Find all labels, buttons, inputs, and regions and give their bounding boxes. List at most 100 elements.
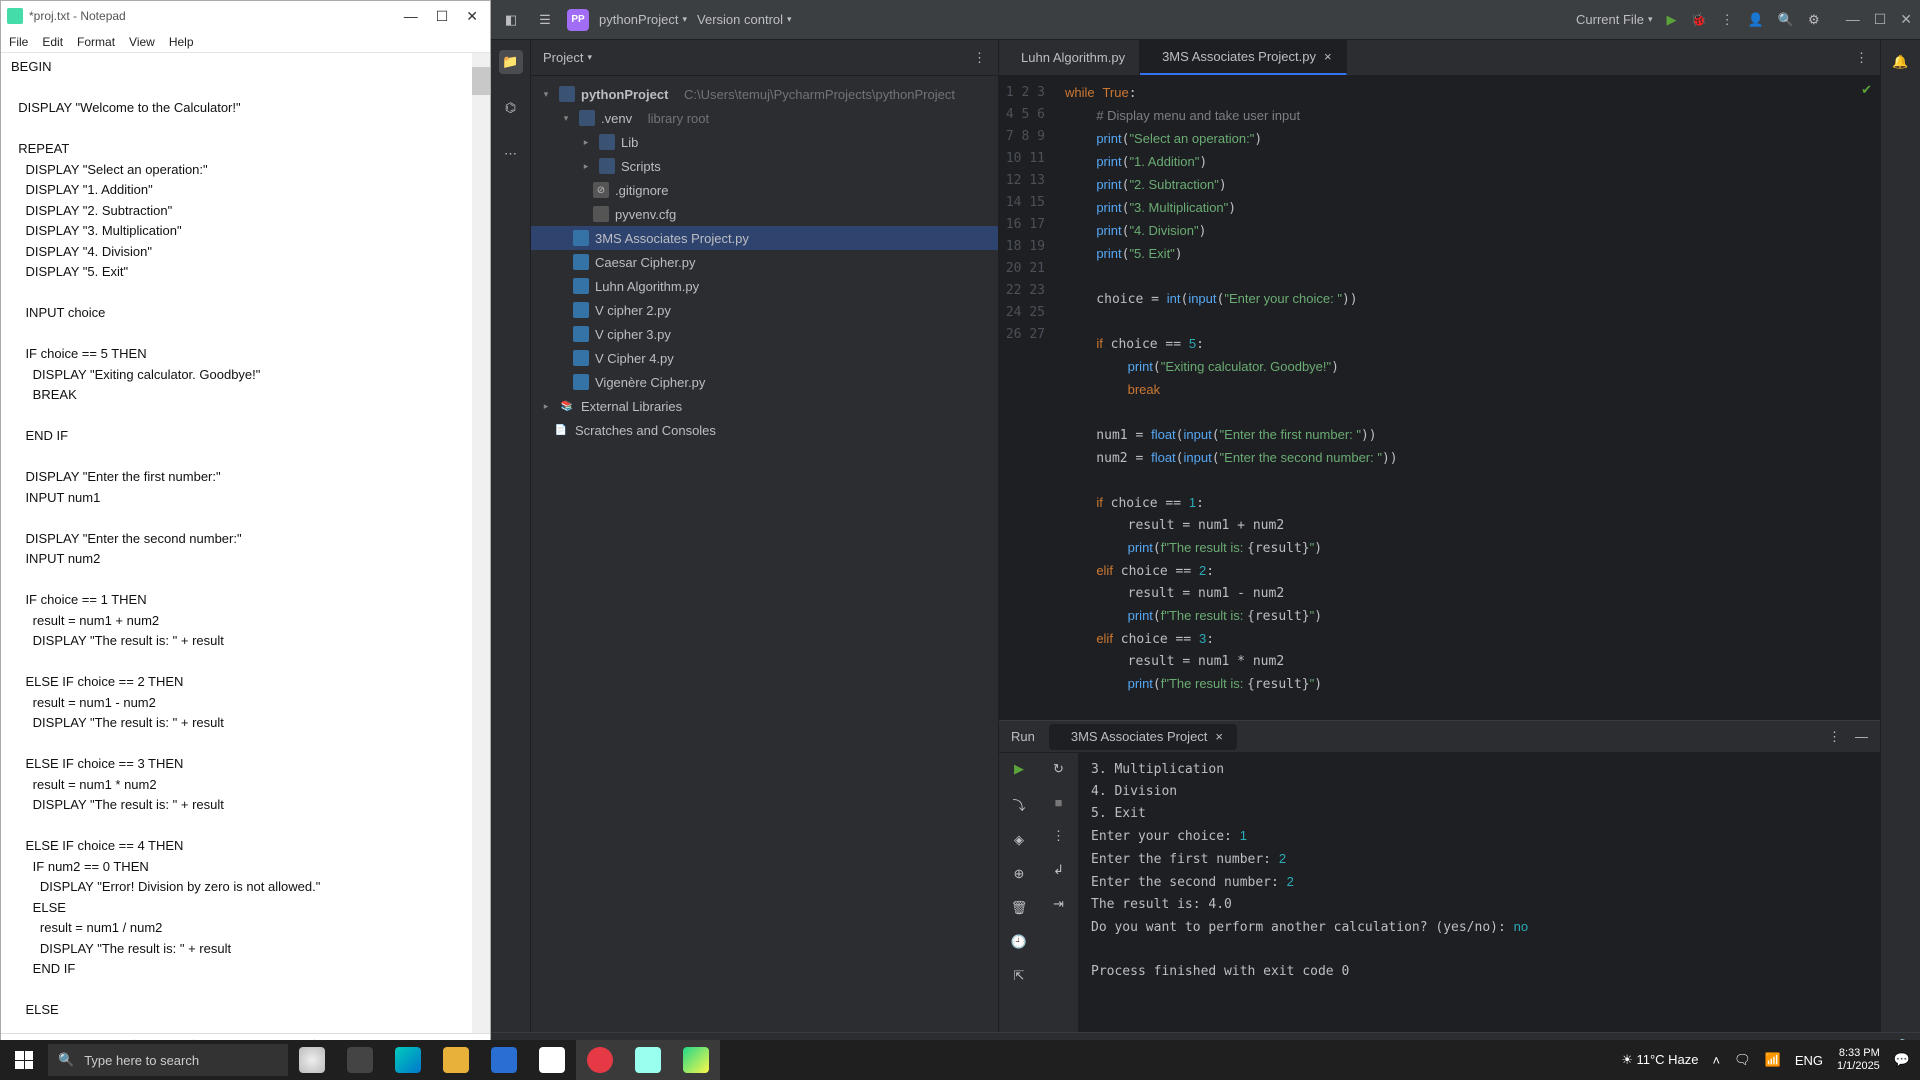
notepad-text[interactable]: BEGIN DISPLAY "Welcome to the Calculator… [1,53,490,1025]
run-button[interactable]: ▶ [1666,12,1676,28]
debug-button[interactable]: 🐞 [1690,12,1706,28]
menu-format[interactable]: Format [77,35,115,49]
run-filter-button[interactable]: ⊕ [1014,866,1025,882]
close-run-tab[interactable]: × [1215,729,1223,744]
pycharm-taskbar-icon[interactable] [672,1040,720,1080]
pycharm-toolbar: ◧ ☰ PP pythonProject▾ Version control▾ C… [491,0,1920,40]
search-icon[interactable]: 🔍 [1778,12,1794,28]
tree-scripts[interactable]: ▸Scripts [531,154,998,178]
project-dropdown[interactable]: pythonProject▾ [599,12,687,27]
notifications-button[interactable]: 🔔 [1889,50,1913,74]
close-tab-icon[interactable]: × [1324,49,1332,64]
start-button[interactable] [0,1040,48,1080]
run-config-dropdown[interactable]: Current File▾ [1576,12,1652,27]
vcs-dropdown[interactable]: Version control▾ [697,12,792,27]
console-output[interactable]: 3. Multiplication 4. Division 5. Exit En… [1079,753,1880,1032]
panel-options[interactable]: ⋮ [973,50,986,66]
tree-file-caesar[interactable]: Caesar Cipher.py [531,250,998,274]
scrollbar[interactable] [472,53,490,1033]
meet-now-icon[interactable]: 🗨 [1734,1052,1751,1068]
close-button[interactable]: ✕ [466,8,478,25]
menu-help[interactable]: Help [169,35,194,49]
run-options[interactable]: ⋮ [1828,729,1841,745]
scroll-end-icon[interactable]: ⇥ [1053,896,1064,912]
language-indicator[interactable]: ENG [1795,1053,1823,1068]
hide-run-panel[interactable]: — [1855,729,1868,744]
search-icon: 🔍 [58,1052,74,1068]
tree-external[interactable]: ▸📚External Libraries [531,394,998,418]
tree-file-luhn[interactable]: Luhn Algorithm.py [531,274,998,298]
run-history-button[interactable]: 🕘 [1011,934,1027,950]
tray-chevron[interactable]: ˄ [1713,1053,1721,1068]
code-editor[interactable]: while True: # Display menu and take user… [1055,76,1880,720]
tree-pyvenv[interactable]: pyvenv.cfg [531,202,998,226]
recorder-icon[interactable] [576,1040,624,1080]
tree-file-v2[interactable]: V cipher 2.py [531,298,998,322]
task-view-icon[interactable] [336,1040,384,1080]
ide-minimize[interactable]: — [1846,11,1860,28]
stop-icon[interactable]: ■ [1055,795,1063,810]
maximize-button[interactable]: ☐ [436,8,449,25]
run-tab[interactable]: 3MS Associates Project× [1049,724,1237,750]
project-panel-title[interactable]: Project▾ [543,50,592,65]
project-panel: Project▾ ⋮ ▾pythonProject C:\Users\temuj… [531,40,999,1032]
tree-venv[interactable]: ▾.venv library root [531,106,998,130]
taskbar-clock[interactable]: 8:33 PM1/1/2025 [1837,1047,1880,1073]
taskbar-search[interactable]: 🔍Type here to search [48,1044,288,1076]
notepad-taskbar-icon[interactable] [624,1040,672,1080]
store-icon[interactable] [528,1040,576,1080]
project-icon: PP [567,9,589,31]
project-tool-button[interactable]: 📁 [499,50,523,74]
app-icon[interactable]: ◧ [499,8,523,32]
explorer-icon[interactable] [432,1040,480,1080]
rerun-icon[interactable]: ↻ [1053,761,1064,777]
notepad-titlebar[interactable]: *proj.txt - Notepad — ☐ ✕ [1,1,490,31]
run-more[interactable]: ⋮ [1052,828,1065,844]
ide-maximize[interactable]: ☐ [1874,11,1887,28]
more-tools-button[interactable]: ⋯ [499,142,523,166]
tree-root[interactable]: ▾pythonProject C:\Users\temuj\PycharmPro… [531,82,998,106]
inspection-ok-icon[interactable]: ✔ [1861,82,1872,98]
mail-icon[interactable] [480,1040,528,1080]
cortana-icon[interactable] [288,1040,336,1080]
notepad-icon [7,8,23,24]
tree-gitignore[interactable]: ⊘.gitignore [531,178,998,202]
tree-lib[interactable]: ▸Lib [531,130,998,154]
tab-options[interactable]: ⋮ [1855,50,1868,66]
run-delete-button[interactable]: 🗑 [1011,900,1028,916]
settings-icon[interactable]: ⚙ [1808,12,1820,28]
tab-luhn[interactable]: Luhn Algorithm.py [999,40,1140,75]
notepad-window: *proj.txt - Notepad — ☐ ✕ File Edit Form… [0,0,491,1058]
menu-file[interactable]: File [9,35,28,49]
tree-file-v3[interactable]: V cipher 3.py [531,322,998,346]
tree-file-vigenere[interactable]: Vigenère Cipher.py [531,370,998,394]
tree-file-v4[interactable]: V Cipher 4.py [531,346,998,370]
tab-3ms[interactable]: 3MS Associates Project.py× [1140,40,1347,75]
run-layers-button[interactable]: ◈ [1014,832,1024,848]
menu-edit[interactable]: Edit [42,35,63,49]
notepad-editor[interactable]: BEGIN DISPLAY "Welcome to the Calculator… [1,53,490,1033]
tree-scratches[interactable]: 📄Scratches and Consoles [531,418,998,442]
edge-icon[interactable] [384,1040,432,1080]
action-center-icon[interactable]: 💬 [1894,1052,1910,1068]
structure-tool-button[interactable]: ⌬ [499,96,523,120]
run-export-button[interactable]: ⇱ [1014,968,1025,984]
soft-wrap-icon[interactable]: ↲ [1053,862,1064,878]
weather-widget[interactable]: ☀ 11°C Haze [1621,1052,1698,1068]
rerun-button[interactable]: ▶ [1014,761,1024,777]
code-with-me-icon[interactable]: 👤 [1748,12,1764,28]
main-menu-button[interactable]: ☰ [533,8,557,32]
wifi-icon[interactable]: 📶 [1765,1052,1781,1068]
tree-file-3ms[interactable]: 3MS Associates Project.py [531,226,998,250]
run-panel: Run 3MS Associates Project× ⋮ — ▶ ⤵ ◈ ⊕ … [999,720,1880,1032]
ide-close[interactable]: ✕ [1900,11,1912,28]
project-tree[interactable]: ▾pythonProject C:\Users\temuj\PycharmPro… [531,76,998,1032]
menu-view[interactable]: View [129,35,155,49]
scroll-thumb[interactable] [472,67,490,95]
minimize-button[interactable]: — [404,8,418,25]
run-step-button[interactable]: ⤵ [1012,795,1025,814]
more-button[interactable]: ⋮ [1721,12,1734,28]
notepad-title: *proj.txt - Notepad [29,9,126,23]
run-toolbar: ↻ ■ ⋮ ↲ ⇥ [1039,753,1079,1032]
line-gutter[interactable]: 1 2 3 4 5 6 7 8 9 10 11 12 13 14 15 16 1… [999,76,1055,720]
